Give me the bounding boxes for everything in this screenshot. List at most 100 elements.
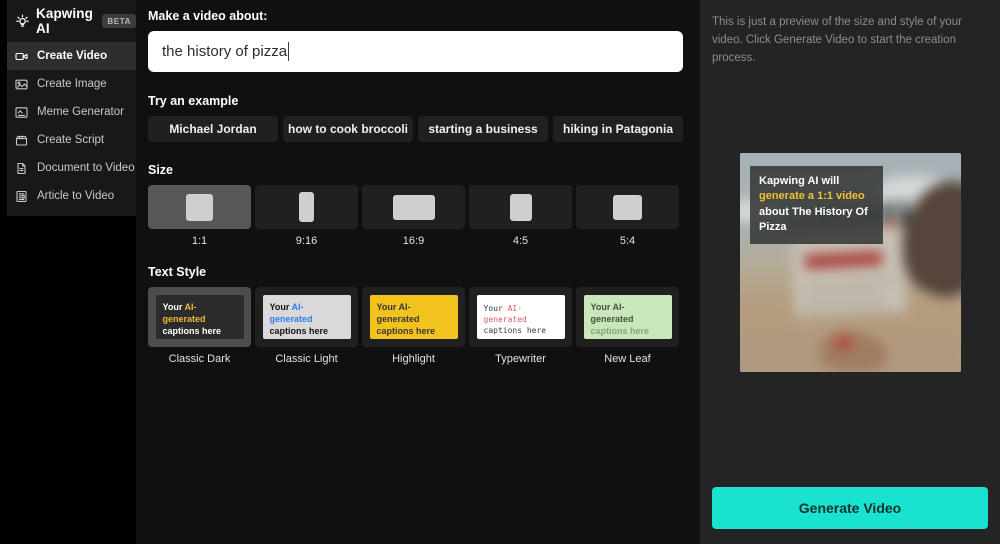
sidebar-item-label: Create Video — [37, 50, 107, 62]
sidebar-item-document-to-video[interactable]: Document to Video — [7, 154, 136, 182]
clapperboard-icon — [15, 134, 28, 147]
hand-shape — [819, 332, 886, 372]
sidebar-item-label: Create Script — [37, 134, 104, 146]
caption-prefix: Your — [163, 302, 183, 312]
caption-line-3: about The History Of Pizza — [759, 206, 868, 233]
ratio-shape-16-9 — [393, 195, 435, 220]
size-option-9-16: 9:16 — [255, 185, 358, 247]
size-option-label: 16:9 — [403, 235, 424, 247]
text-style-typewriter: Your AI-generated captions here Typewrit… — [469, 287, 572, 365]
caption-line-2: generate a 1:1 video — [759, 190, 865, 202]
sidebar-item-label: Article to Video — [37, 190, 114, 202]
caption-preview-box: Your AI-generated captions here — [370, 295, 458, 339]
size-card-16-9[interactable] — [362, 185, 465, 229]
kapwing-ai-app: Kapwing AI BETA Create Video — [0, 0, 1000, 544]
text-style-card-classic-light[interactable]: Your AI-generated captions here — [255, 287, 358, 347]
size-option-label: 5:4 — [620, 235, 635, 247]
size-option-4-5: 4:5 — [469, 185, 572, 247]
size-option-16-9: 16:9 — [362, 185, 465, 247]
thumb-shape — [834, 334, 853, 348]
preview-info-text: This is just a preview of the size and s… — [700, 0, 1000, 67]
caption-prefix: Your — [484, 304, 503, 313]
sidebar-item-label: Meme Generator — [37, 106, 124, 118]
caption-prefix: Your — [591, 302, 611, 312]
size-option-label: 1:1 — [192, 235, 207, 247]
size-option-5-4: 5:4 — [576, 185, 679, 247]
sidebar-item-create-script[interactable]: Create Script — [7, 126, 136, 154]
sidebar: Kapwing AI BETA Create Video — [0, 0, 136, 544]
article-icon — [15, 190, 28, 203]
video-topic-value: the history of pizza — [162, 43, 287, 60]
sidebar-item-create-video[interactable]: Create Video — [7, 42, 136, 70]
document-icon — [15, 162, 28, 175]
text-style-name: Highlight — [392, 353, 435, 365]
size-option-label: 4:5 — [513, 235, 528, 247]
examples-label: Try an example — [148, 94, 700, 108]
text-style-name: Classic Dark — [169, 353, 231, 365]
video-topic-input[interactable]: the history of pizza — [148, 31, 683, 72]
text-style-card-classic-dark[interactable]: Your AI-generated captions here — [148, 287, 251, 347]
text-style-name: Classic Light — [275, 353, 337, 365]
sidebar-item-article-to-video[interactable]: Article to Video — [7, 182, 136, 210]
example-button-starting-business[interactable]: starting a business — [418, 116, 548, 142]
image-icon — [15, 78, 28, 91]
size-card-1-1[interactable] — [148, 185, 251, 229]
caption-preview-box: Your AI-generated captions here — [584, 295, 672, 339]
text-style-classic-dark: Your AI-generated captions here Classic … — [148, 287, 251, 365]
text-style-card-typewriter[interactable]: Your AI-generated captions here — [469, 287, 572, 347]
caption-preview-box: Your AI-generated captions here — [477, 295, 565, 339]
text-style-name: New Leaf — [604, 353, 650, 365]
generate-video-button[interactable]: Generate Video — [712, 487, 988, 529]
size-label: Size — [148, 163, 700, 177]
preview-panel: This is just a preview of the size and s… — [700, 0, 1000, 544]
video-preview: Kapwing AI will generate a 1:1 video abo… — [740, 153, 961, 372]
example-button-cook-broccoli[interactable]: how to cook broccoli — [283, 116, 413, 142]
app-title: Kapwing AI — [36, 6, 96, 36]
size-option-1-1: 1:1 — [148, 185, 251, 247]
caption-suffix: captions here — [163, 326, 222, 336]
caption-suffix: captions here — [377, 326, 436, 336]
sidebar-panel: Kapwing AI BETA Create Video — [7, 0, 136, 216]
preview-caption-overlay: Kapwing AI will generate a 1:1 video abo… — [750, 166, 883, 244]
text-style-name: Typewriter — [495, 353, 546, 365]
ratio-shape-9-16 — [299, 192, 314, 222]
sidebar-item-meme-generator[interactable]: Meme Generator — [7, 98, 136, 126]
caption-prefix: Your — [377, 302, 397, 312]
text-style-card-new-leaf[interactable]: Your AI-generated captions here — [576, 287, 679, 347]
sidebar-item-label: Create Image — [37, 78, 107, 90]
text-style-row: Your AI-generated captions here Classic … — [148, 287, 700, 365]
ratio-shape-1-1 — [186, 194, 213, 221]
text-cursor — [288, 42, 289, 61]
sidebar-item-label: Document to Video — [37, 162, 135, 174]
logo: Kapwing AI BETA — [7, 0, 136, 42]
text-style-card-highlight[interactable]: Your AI-generated captions here — [362, 287, 465, 347]
video-camera-icon — [15, 50, 28, 63]
text-style-highlight: Your AI-generated captions here Highligh… — [362, 287, 465, 365]
beta-badge: BETA — [102, 14, 136, 28]
sidebar-item-create-image[interactable]: Create Image — [7, 70, 136, 98]
text-style-new-leaf: Your AI-generated captions here New Leaf — [576, 287, 679, 365]
caption-prefix: Your — [270, 302, 290, 312]
caption-preview-box: Your AI-generated captions here — [156, 295, 244, 339]
text-style-classic-light: Your AI-generated captions here Classic … — [255, 287, 358, 365]
text-style-label: Text Style — [148, 265, 700, 279]
examples-row: Michael Jordan how to cook broccoli star… — [148, 116, 683, 142]
size-options-row: 1:1 9:16 16:9 4:5 — [148, 185, 700, 247]
main-content: Make a video about: the history of pizza… — [136, 0, 700, 544]
sidebar-nav: Create Video Create Image — [7, 42, 136, 210]
size-card-9-16[interactable] — [255, 185, 358, 229]
prompt-label: Make a video about: — [148, 9, 700, 23]
ratio-shape-5-4 — [613, 195, 642, 220]
ratio-shape-4-5 — [510, 194, 532, 221]
size-card-4-5[interactable] — [469, 185, 572, 229]
caption-suffix: captions here — [591, 326, 650, 336]
size-card-5-4[interactable] — [576, 185, 679, 229]
size-option-label: 9:16 — [296, 235, 317, 247]
caption-line-1: Kapwing AI will — [759, 175, 839, 187]
lightbulb-icon — [15, 14, 30, 29]
caption-suffix: captions here — [484, 326, 547, 335]
example-button-hiking-patagonia[interactable]: hiking in Patagonia — [553, 116, 683, 142]
caption-suffix: captions here — [270, 326, 329, 336]
example-button-michael-jordan[interactable]: Michael Jordan — [148, 116, 278, 142]
meme-image-icon — [15, 106, 28, 119]
